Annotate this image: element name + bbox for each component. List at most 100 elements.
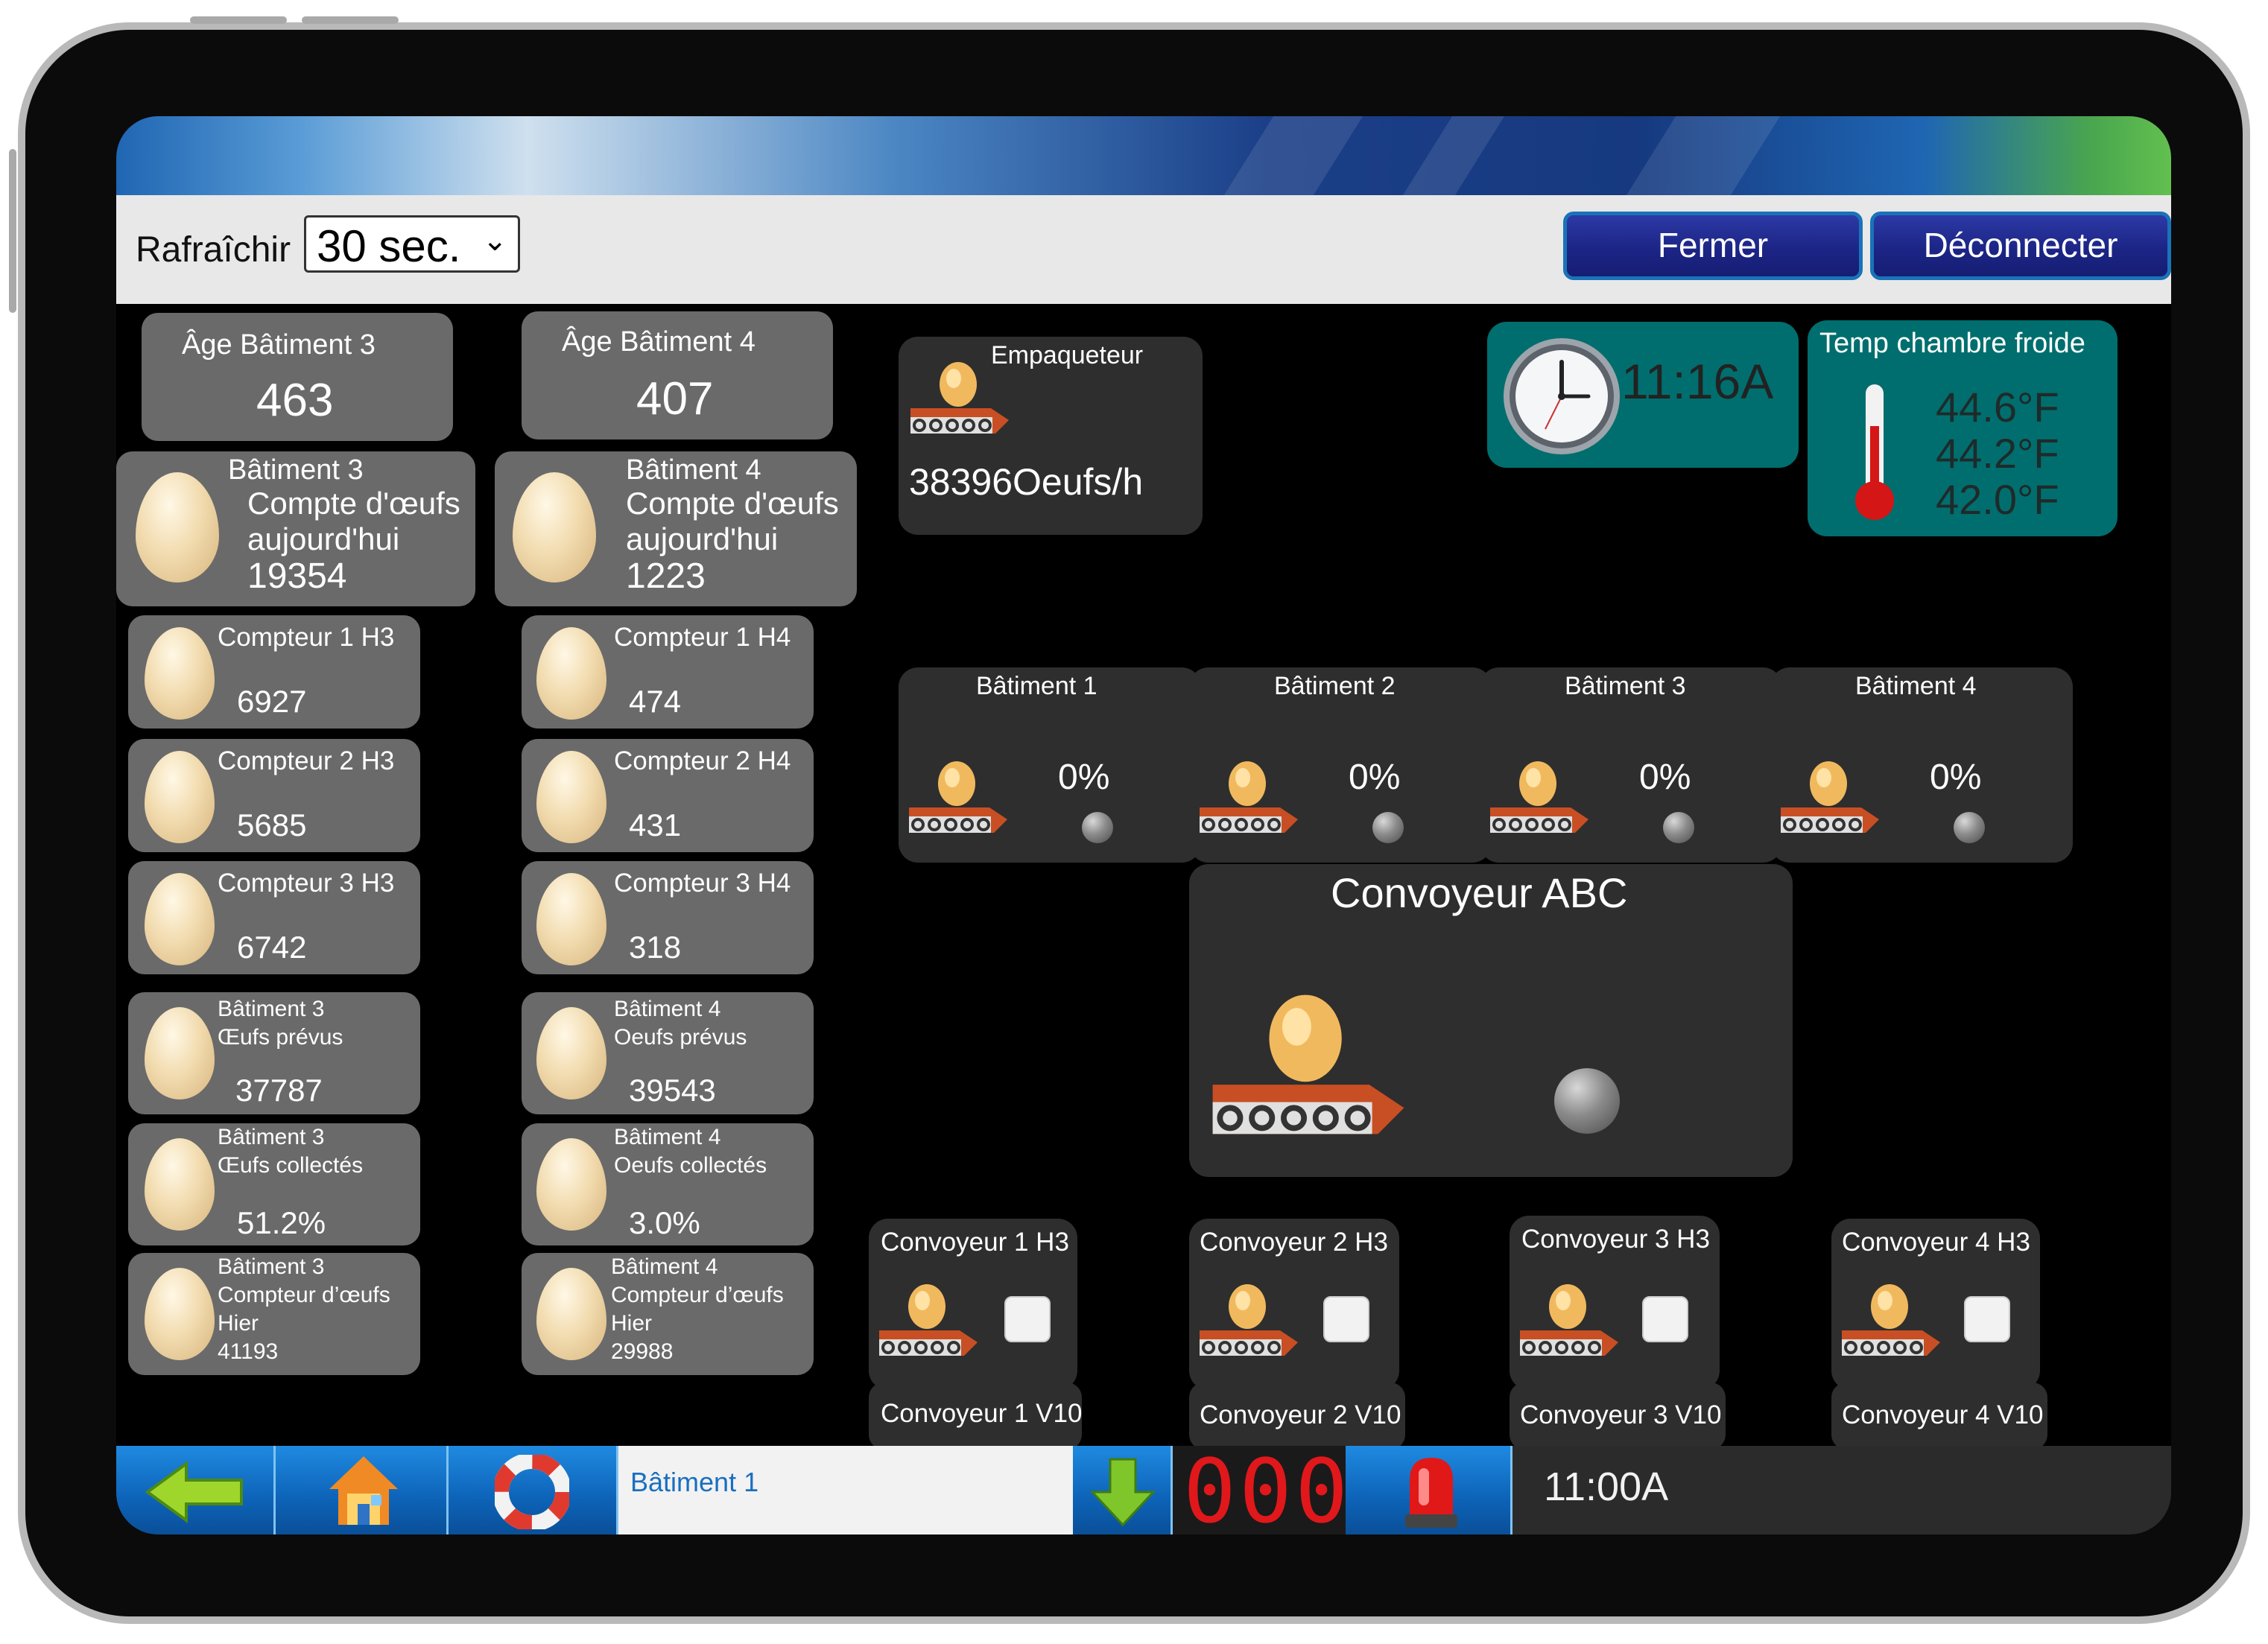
packer-value: 38396Oeufs/h [909, 461, 1144, 503]
counter-3-h3-value: 6742 [237, 930, 307, 965]
conveyor-4-v10-label: Convoyeur 4 V10 [1842, 1400, 2044, 1429]
download-button[interactable] [1073, 1446, 1173, 1534]
conveyor-2-h3-label: Convoyeur 2 H3 [1200, 1228, 1388, 1257]
counter-3-h3-tile: Compteur 3 H3 6742 [128, 861, 420, 974]
refresh-select[interactable]: 30 sec. ⌄ [304, 215, 520, 273]
building-2-percent: 0% [1349, 758, 1401, 797]
egg-icon [536, 751, 606, 843]
conveyor-icon [909, 761, 1007, 833]
yesterday-building-4-tile: Bâtiment 4 Compteur d’œufs Hier 29988 [522, 1253, 814, 1375]
conveyor-3-v10-tile[interactable]: Convoyeur 3 V10 [1510, 1383, 1726, 1450]
yesterday-building-4-line1: Compteur d’œufs [611, 1283, 784, 1307]
yesterday-building-4-name: Bâtiment 4 [611, 1254, 718, 1279]
cold-room-temp-1: 44.6°F [1936, 384, 2059, 431]
clock-panel: 11:16A [1487, 322, 1799, 468]
collected-building-4-value: 3.0% [629, 1205, 700, 1240]
alarm-button[interactable] [1346, 1446, 1512, 1534]
header-banner [116, 116, 2171, 195]
status-led [1372, 812, 1404, 843]
conveyor-2-h3-checkbox[interactable] [1323, 1296, 1369, 1342]
conveyor-abc-title: Convoyeur ABC [1331, 869, 1628, 916]
conveyor-abc-panel[interactable]: Convoyeur ABC [1189, 864, 1793, 1177]
counter-3-h4-label: Compteur 3 H4 [614, 869, 791, 898]
egg-icon [536, 1007, 606, 1099]
bottom-bar: Bâtiment 1 000 11:00A [116, 1440, 2171, 1534]
egg-icon [536, 627, 606, 720]
tablet-top-button [190, 16, 287, 24]
building-3-name: Bâtiment 3 [1565, 672, 1686, 700]
location-label: Bâtiment 1 [630, 1467, 759, 1497]
collected-building-3-name: Bâtiment 3 [218, 1125, 325, 1149]
alarm-light-icon [1405, 1458, 1457, 1528]
egg-icon [145, 751, 215, 843]
help-button[interactable] [449, 1446, 618, 1534]
today-count-building-3-tile: Bâtiment 3 Compte d'œufs aujourd'hui 193… [116, 451, 475, 606]
egg-icon [536, 873, 606, 965]
counter-1-h4-tile: Compteur 1 H4 474 [522, 615, 814, 729]
conveyor-icon [1781, 761, 1879, 833]
expected-building-4-value: 39543 [629, 1073, 716, 1108]
counter-2-h4-value: 431 [629, 807, 682, 842]
conveyor-1-h3-panel[interactable]: Convoyeur 1 H3 [869, 1219, 1077, 1390]
building-3-panel[interactable]: Bâtiment 3 0% [1480, 667, 1782, 863]
status-led [1082, 812, 1113, 843]
cold-room-panel: Temp chambre froide 44.6°F 44.2°F 42.0°F [1808, 320, 2117, 536]
building-1-panel[interactable]: Bâtiment 1 0% [899, 667, 1201, 863]
egg-icon [536, 1138, 606, 1231]
expected-building-4-name: Bâtiment 4 [614, 997, 721, 1021]
chevron-down-icon: ⌄ [482, 224, 507, 257]
home-button[interactable] [276, 1446, 449, 1534]
age-building-4-value: 407 [636, 373, 714, 425]
today-count-building-4-tile: Bâtiment 4 Compte d'œufs aujourd'hui 122… [495, 451, 857, 606]
conveyor-3-h3-checkbox[interactable] [1642, 1296, 1688, 1342]
conveyor-1-v10-label: Convoyeur 1 V10 [881, 1399, 1083, 1428]
logout-button[interactable]: Déconnecter [1870, 212, 2171, 280]
home-icon [329, 1456, 398, 1525]
counter-3-h4-value: 318 [629, 930, 682, 965]
collected-building-3-tile: Bâtiment 3 Œufs collectés 51.2% [128, 1123, 420, 1245]
building-3-percent: 0% [1639, 758, 1691, 797]
yesterday-building-3-tile: Bâtiment 3 Compteur d’œufs Hier 41193 [128, 1253, 420, 1375]
building-1-percent: 0% [1058, 758, 1110, 797]
expected-building-3-label: Œufs prévus [218, 1025, 343, 1050]
today-building-3-name: Bâtiment 3 [228, 454, 364, 486]
conveyor-4-h3-checkbox[interactable] [1964, 1296, 2010, 1342]
building-4-panel[interactable]: Bâtiment 4 0% [1770, 667, 2073, 863]
building-4-percent: 0% [1930, 758, 1982, 797]
conveyor-3-h3-label: Convoyeur 3 H3 [1521, 1225, 1710, 1254]
conveyor-1-v10-tile[interactable]: Convoyeur 1 V10 [869, 1383, 1082, 1450]
expected-building-4-tile: Bâtiment 4 Oeufs prévus 39543 [522, 992, 814, 1114]
screen: Rafraîchir 30 sec. ⌄ Fermer Déconnecter … [116, 116, 2171, 1534]
expected-building-3-tile: Bâtiment 3 Œufs prévus 37787 [128, 992, 420, 1114]
yesterday-building-3-name: Bâtiment 3 [218, 1254, 325, 1279]
conveyor-4-v10-tile[interactable]: Convoyeur 4 V10 [1831, 1383, 2047, 1450]
location-field[interactable]: Bâtiment 1 [618, 1446, 1073, 1534]
back-button[interactable] [116, 1446, 276, 1534]
bottom-time: 11:00A [1544, 1464, 1669, 1509]
conveyor-4-h3-panel[interactable]: Convoyeur 4 H3 [1831, 1219, 2040, 1390]
close-button[interactable]: Fermer [1563, 212, 1863, 280]
bottom-time-field: 11:00A [1512, 1446, 2171, 1534]
building-1-name: Bâtiment 1 [976, 672, 1097, 700]
today-building-4-line2: aujourd'hui [626, 521, 779, 556]
counter-1-h3-tile: Compteur 1 H3 6927 [128, 615, 420, 729]
building-2-panel[interactable]: Bâtiment 2 0% [1189, 667, 1492, 863]
egg-icon [145, 1268, 215, 1360]
conveyor-1-h3-checkbox[interactable] [1004, 1296, 1051, 1342]
age-building-3-value: 463 [256, 375, 334, 426]
conveyor-4-h3-label: Convoyeur 4 H3 [1842, 1228, 2030, 1257]
egg-icon [136, 472, 219, 583]
conveyor-2-h3-panel[interactable]: Convoyeur 2 H3 [1189, 1219, 1399, 1390]
today-building-4-line1: Compte d'œufs [626, 486, 839, 521]
counter-1-h4-value: 474 [629, 684, 682, 719]
conveyor-3-h3-panel[interactable]: Convoyeur 3 H3 [1510, 1216, 1720, 1390]
tablet-side-button [9, 149, 16, 313]
conveyor-1-h3-label: Convoyeur 1 H3 [881, 1228, 1069, 1257]
age-building-4-label: Âge Bâtiment 4 [562, 326, 756, 358]
conveyor-icon [879, 1284, 978, 1356]
counter-2-h3-label: Compteur 2 H3 [218, 746, 395, 775]
counter-2-h3-tile: Compteur 2 H3 5685 [128, 739, 420, 852]
yesterday-building-3-line2: Hier [218, 1311, 259, 1336]
counter-2-h3-value: 5685 [237, 807, 307, 842]
counter-3-h4-tile: Compteur 3 H4 318 [522, 861, 814, 974]
